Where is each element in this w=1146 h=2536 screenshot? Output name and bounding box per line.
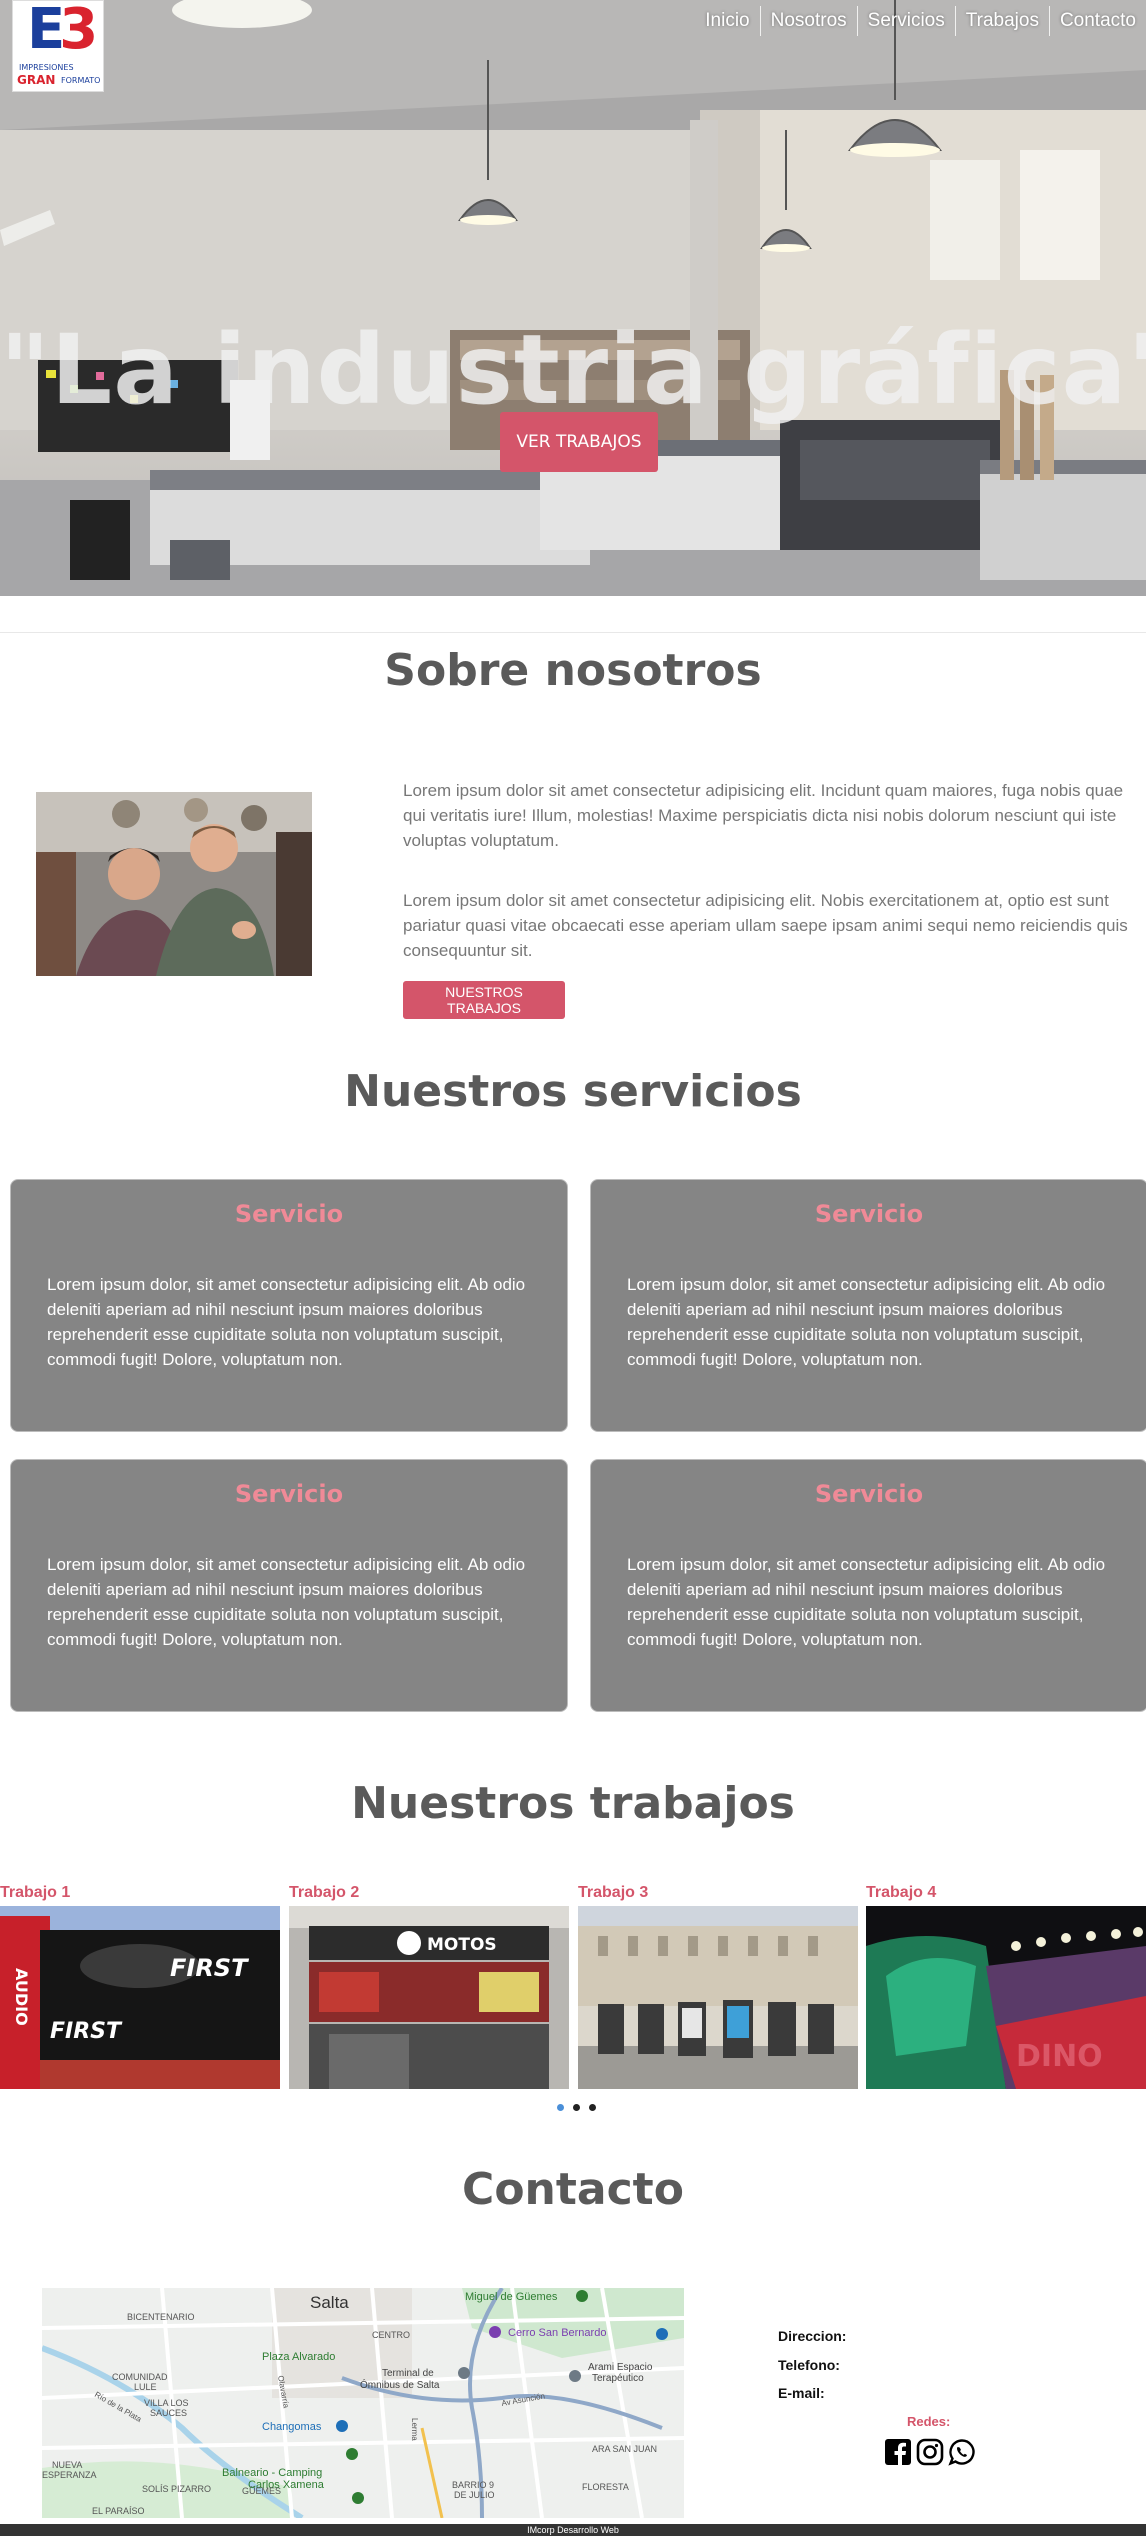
footer: IMcorp Desarrollo Web [0, 2524, 1146, 2536]
svg-text:Terminal de: Terminal de [382, 2368, 434, 2379]
carousel-dot[interactable] [589, 2104, 596, 2111]
hero-title: "La industria gráfica" [0, 314, 1146, 427]
work-item-image [578, 1906, 858, 2089]
service-card: Servicio Lorem ipsum dolor, sit amet con… [590, 1179, 1146, 1432]
work-item-image: DINO [866, 1906, 1146, 2089]
svg-text:DE JULIO: DE JULIO [454, 2490, 495, 2500]
facebook-icon[interactable] [884, 2438, 912, 2466]
work-item[interactable]: Trabajo 1 AUDIO FIRST FIRST [0, 1884, 280, 2089]
svg-text:Cerro San Bernardo: Cerro San Bernardo [508, 2327, 606, 2339]
logo[interactable]: E3 IMPRESIONES GRAN FORMATO [12, 0, 104, 92]
service-card-text: Lorem ipsum dolor, sit amet consectetur … [47, 1275, 526, 1369]
about-paragraph-2: Lorem ipsum dolor sit amet consectetur a… [403, 891, 1128, 960]
svg-text:ARA SAN JUAN: ARA SAN JUAN [592, 2444, 657, 2454]
services-title: Nuestros servicios [344, 1066, 802, 1117]
service-card: Servicio Lorem ipsum dolor, sit amet con… [590, 1459, 1146, 1712]
carousel-dots [557, 2104, 596, 2111]
svg-text:Salta: Salta [310, 2293, 349, 2312]
svg-text:ESPERANZA: ESPERANZA [42, 2470, 97, 2480]
svg-text:BICENTENARIO: BICENTENARIO [127, 2312, 195, 2322]
svg-text:Terapéutico: Terapéutico [592, 2373, 644, 2384]
service-card-text: Lorem ipsum dolor, sit amet consectetur … [47, 1555, 526, 1649]
contact-title: Contacto [462, 2164, 684, 2215]
about-paragraph-1: Lorem ipsum dolor sit amet consectetur a… [403, 781, 1124, 850]
service-card: Servicio Lorem ipsum dolor, sit amet con… [10, 1179, 568, 1432]
nav-item-trabajos[interactable]: Trabajos [954, 6, 1049, 36]
svg-text:FLORESTA: FLORESTA [582, 2482, 629, 2492]
work-item-label: Trabajo 1 [0, 1884, 71, 1901]
nav-item-nosotros[interactable]: Nosotros [759, 6, 857, 36]
svg-text:Lerma: Lerma [410, 2418, 419, 2441]
whatsapp-icon[interactable] [948, 2438, 976, 2466]
work-item-label: Trabajo 2 [289, 1884, 360, 1901]
work-item-label: Trabajo 3 [578, 1884, 649, 1901]
nav-item-inicio[interactable]: Inicio [695, 6, 759, 36]
svg-text:Arami Espacio: Arami Espacio [588, 2362, 653, 2373]
hero-background-image [0, 0, 1146, 596]
carousel-dot[interactable] [557, 2104, 564, 2111]
contact-address-label: Direccion: [778, 2328, 847, 2344]
footer-credit: IMcorp Desarrollo Web [527, 2525, 619, 2535]
carousel-dot[interactable] [573, 2104, 580, 2111]
about-title: Sobre nosotros [384, 645, 762, 696]
service-card-title: Servicio [814, 1200, 924, 1228]
service-card: Servicio Lorem ipsum dolor, sit amet con… [10, 1459, 568, 1712]
service-card-title: Servicio [234, 1480, 344, 1508]
service-card-title: Servicio [814, 1480, 924, 1508]
svg-text:LULE: LULE [134, 2382, 157, 2392]
work-item-label: Trabajo 4 [866, 1884, 937, 1901]
work-item[interactable]: Trabajo 4 DINO [866, 1884, 1146, 2089]
nav-item-servicios[interactable]: Servicios [856, 6, 955, 36]
svg-text:EL PARAÍSO: EL PARAÍSO [92, 2506, 145, 2516]
svg-text:FIRST: FIRST [50, 2019, 123, 2044]
work-item-image: MOTOS [289, 1906, 569, 2089]
contact-phone-label: Telefono: [778, 2357, 840, 2373]
svg-text:CENTRO: CENTRO [372, 2330, 410, 2340]
social-links [884, 2438, 976, 2466]
logo-line-2: GRAN [17, 73, 56, 87]
svg-text:MOTOS: MOTOS [427, 1935, 497, 1955]
works-title: Nuestros trabajos [351, 1778, 795, 1829]
work-item-image: AUDIO FIRST FIRST [0, 1906, 280, 2089]
service-card-title: Servicio [234, 1200, 344, 1228]
work-item[interactable]: Trabajo 2 MOTOS [289, 1884, 569, 2089]
section-divider [0, 632, 1146, 633]
instagram-icon[interactable] [916, 2438, 944, 2466]
our-works-button[interactable]: NUESTROS TRABAJOS [403, 981, 565, 1019]
svg-text:Balneario - Camping: Balneario - Camping [222, 2467, 322, 2479]
logo-mark: E3 [27, 0, 98, 62]
view-works-button[interactable]: VER TRABAJOS [500, 412, 658, 472]
hero-section: E3 IMPRESIONES GRAN FORMATO Inicio Nosot… [0, 0, 1146, 596]
svg-text:SAUCES: SAUCES [150, 2408, 187, 2418]
svg-text:Plaza Alvarado: Plaza Alvarado [262, 2351, 335, 2363]
social-label: Redes: [907, 2414, 951, 2429]
nav-item-contacto[interactable]: Contacto [1048, 6, 1146, 36]
svg-text:Changomas: Changomas [262, 2421, 322, 2433]
logo-line-3: FORMATO [61, 76, 101, 85]
location-map[interactable]: Salta BICENTENARIO CENTRO Miguel de Güem… [42, 2288, 684, 2518]
about-photo [36, 792, 312, 976]
svg-text:Ómnibus de Salta: Ómnibus de Salta [360, 2378, 440, 2391]
svg-text:FIRST: FIRST [170, 1954, 249, 1982]
svg-text:GÜEMES: GÜEMES [242, 2486, 281, 2496]
svg-text:NUEVA: NUEVA [52, 2460, 82, 2470]
svg-text:VILLA LOS: VILLA LOS [144, 2398, 189, 2408]
svg-text:Miguel de Güemes: Miguel de Güemes [465, 2291, 558, 2303]
work-item[interactable]: Trabajo 3 [578, 1884, 858, 2089]
svg-text:AUDIO: AUDIO [12, 1968, 31, 2026]
contact-email-label: E-mail: [778, 2385, 825, 2401]
svg-text:DINO: DINO [1016, 2039, 1103, 2074]
svg-text:SOLÍS PIZARRO: SOLÍS PIZARRO [142, 2484, 211, 2494]
service-card-text: Lorem ipsum dolor, sit amet consectetur … [627, 1555, 1106, 1649]
svg-text:BARRIO 9: BARRIO 9 [452, 2480, 494, 2490]
svg-text:COMUNIDAD: COMUNIDAD [112, 2372, 168, 2382]
logo-line-1: IMPRESIONES [19, 63, 74, 72]
main-nav: Inicio Nosotros Servicios Trabajos Conta… [695, 6, 1146, 36]
service-card-text: Lorem ipsum dolor, sit amet consectetur … [627, 1275, 1106, 1369]
